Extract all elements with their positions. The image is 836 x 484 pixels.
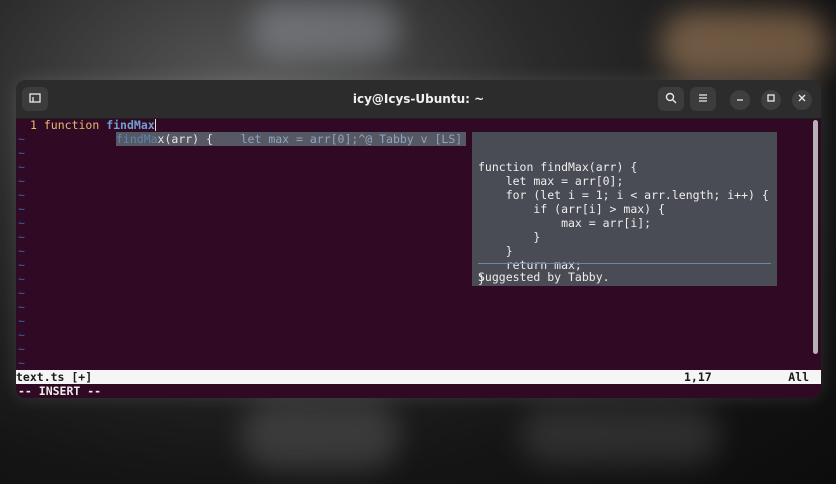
code-line-1[interactable]: 1 function findMax: [30, 118, 156, 132]
suggestion-code: function findMax(arr) { let max = arr[0]…: [478, 160, 769, 286]
tilde-marker: ~: [18, 258, 25, 272]
suggestion-popup[interactable]: function findMax(arr) { let max = arr[0]…: [472, 132, 777, 286]
tilde-marker: ~: [18, 342, 25, 356]
tilde-marker: ~: [18, 314, 25, 328]
close-button[interactable]: [792, 90, 812, 110]
close-icon: [798, 94, 806, 102]
search-icon: [665, 92, 677, 104]
vim-editor[interactable]: 1 function findMax findMax(arr) { let ma…: [16, 118, 821, 398]
text-cursor: [154, 119, 156, 131]
tilde-marker: ~: [18, 216, 25, 230]
tilde-marker: ~: [18, 146, 25, 160]
ghost-preview: let max = arr[0];^@ Tabby v [LS]: [212, 132, 463, 146]
tilde-marker: ~: [18, 230, 25, 244]
hamburger-menu-icon: [699, 94, 707, 102]
tilde-marker: ~: [18, 244, 25, 258]
search-button[interactable]: [658, 87, 684, 111]
inline-completion: findMax(arr) { let max = arr[0];^@ Tabby…: [116, 132, 467, 146]
tilde-marker: ~: [18, 300, 25, 314]
popup-separator: [478, 263, 771, 264]
minimize-button[interactable]: [730, 90, 750, 110]
line-number: 1: [30, 118, 37, 132]
typed-identifier: findMax: [106, 118, 155, 132]
background-blur: [250, 0, 400, 60]
background-blur: [660, 10, 830, 80]
tilde-marker: ~: [18, 356, 25, 370]
minimize-icon: [737, 99, 743, 101]
status-file: text.ts [+]: [16, 370, 93, 384]
tilde-marker: ~: [18, 272, 25, 286]
title-bar: icy@Icys-Ubuntu: ~: [16, 80, 821, 119]
tilde-marker: ~: [18, 328, 25, 342]
ghost-rest: x(arr) {: [157, 132, 213, 146]
tilde-marker: ~: [18, 188, 25, 202]
status-position: 1,17: [684, 370, 712, 384]
ghost-typed: findMa: [116, 132, 158, 146]
maximize-button[interactable]: [761, 90, 781, 110]
status-scroll: All: [788, 370, 809, 384]
keyword: function: [43, 118, 100, 132]
scrollbar[interactable]: [813, 120, 818, 354]
terminal-window: icy@Icys-Ubuntu: ~ 1 function findMax fi…: [16, 80, 821, 398]
suggestion-footer: Suggested by Tabby.: [478, 270, 610, 284]
menu-button[interactable]: [690, 87, 716, 111]
background-blur: [240, 400, 400, 470]
mode-indicator: -- INSERT --: [18, 384, 102, 398]
tilde-marker: ~: [18, 202, 25, 216]
tilde-marker: ~: [18, 174, 25, 188]
status-line: text.ts [+] 1,17 All: [16, 370, 821, 384]
tilde-marker: ~: [18, 286, 25, 300]
tilde-marker: ~: [18, 132, 25, 146]
background-blur: [520, 405, 720, 465]
tilde-marker: ~: [18, 160, 25, 174]
maximize-icon: [767, 94, 775, 102]
